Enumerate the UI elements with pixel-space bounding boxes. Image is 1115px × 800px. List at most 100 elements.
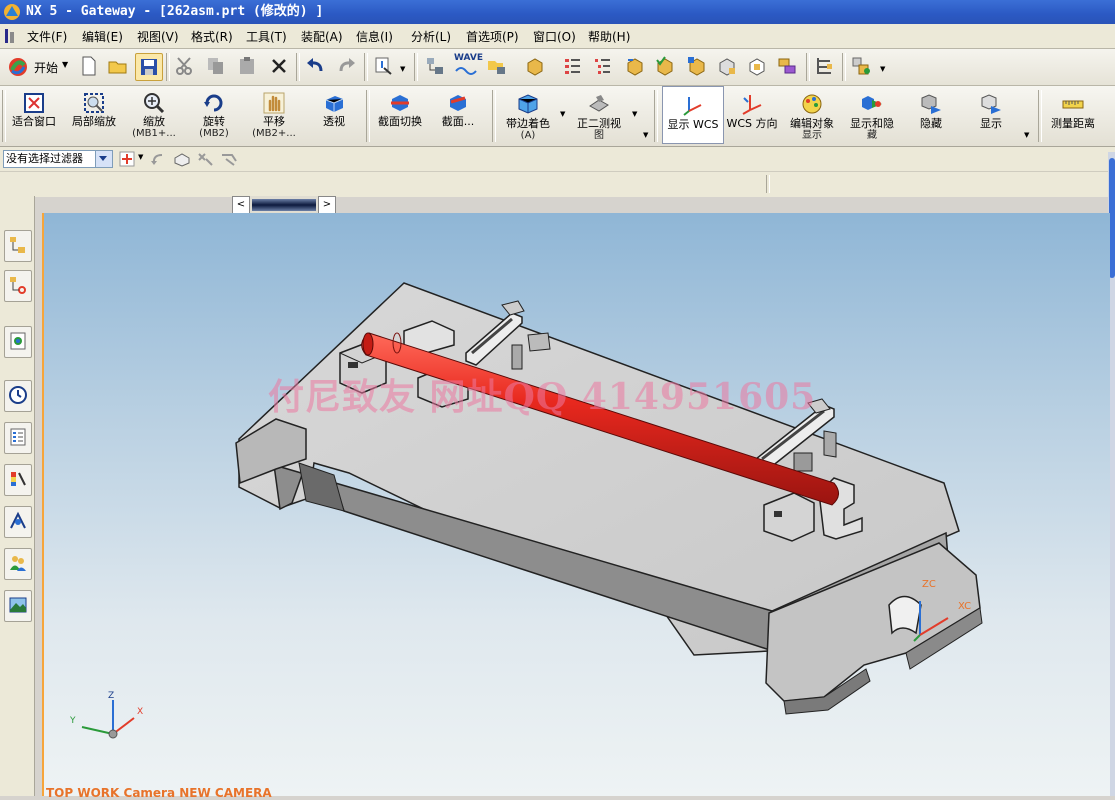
pan-button[interactable]: 平移 (MB2+... [248,86,300,146]
chevron-down-icon: ▼ [880,65,886,73]
select-features-icon[interactable] [196,151,214,167]
roles-tab[interactable] [4,548,32,580]
wcs-orient-label: WCS 方向 [726,117,778,130]
select-back-icon[interactable] [150,151,166,167]
box-select-icon[interactable] [173,151,191,167]
clamp-slot [888,595,922,635]
show-button[interactable]: 显示 [966,86,1016,146]
scroll-right-icon[interactable]: > [318,196,336,214]
assembly-navigator-button[interactable] [422,53,448,79]
select-bodies-icon[interactable] [220,151,238,167]
section-button[interactable]: 截面... [434,86,482,146]
edit-object-display-button[interactable]: 编辑对象 显示 [784,86,840,146]
menu-preferences[interactable]: 首选项(P) [466,28,519,45]
chevron-down-icon: ▼ [400,65,406,73]
chevron-down-icon: ▼ [62,60,69,69]
open-button[interactable] [105,53,131,79]
show-icon [981,94,1001,114]
list-button-2[interactable] [590,53,616,79]
constraint-navigator-tab[interactable] [4,270,32,302]
menu-information[interactable]: 信息(I) [356,28,393,45]
start-button[interactable]: 开始 ▼ [4,53,68,79]
explode-view-button[interactable]: ▼ [848,53,888,79]
menu-file[interactable]: 文件(F) [27,28,67,45]
menu-tools[interactable]: 工具(T) [246,28,287,45]
menu-help[interactable]: 帮助(H) [588,28,630,45]
copy-icon [208,58,223,74]
undo-button[interactable] [302,53,328,79]
zoom-button[interactable]: 缩放 (MB1+... [128,86,180,146]
component-button-4[interactable] [714,53,740,79]
open-folder-icon [108,61,127,74]
paste-button[interactable] [234,53,260,79]
scroll-thumb[interactable] [252,199,316,211]
rotate-label: 旋转 [203,115,225,128]
chevron-down-icon[interactable]: ▼ [632,110,637,118]
system-scenes-tab[interactable] [4,590,32,622]
menu-assemblies[interactable]: 装配(A) [301,28,343,45]
measure-distance-button[interactable]: 测量距离 [1044,86,1102,146]
copy-button[interactable] [203,53,229,79]
delete-button[interactable] [266,53,292,79]
cut-button[interactable] [172,53,198,79]
chevron-down-icon[interactable]: ▼ [560,110,565,118]
wcs-orient-button[interactable]: WCS 方向 [726,86,778,146]
fit-label: 适合窗口 [12,115,56,128]
system-materials-tab[interactable] [4,422,32,454]
web-browser-tab[interactable] [4,326,32,358]
edit-object-display-label: 编辑对象 [790,117,834,130]
show-wcs-button[interactable]: 显示 WCS [662,86,724,144]
chevron-down-icon[interactable]: ▼ [1024,131,1029,139]
history-tab[interactable] [4,380,32,412]
trimetric-view-button[interactable]: 正二测视 图 [570,86,628,146]
fit-button[interactable]: 适合窗口 [8,86,60,146]
process-studio-tab[interactable] [4,506,32,538]
materials-list-icon [10,428,26,446]
wave-button[interactable]: WAVE [452,53,483,79]
undo-icon [307,58,323,72]
rotate-button[interactable]: 旋转 (MB2) [188,86,240,146]
standard-toolbar: 开始 ▼ ▼ WAVE ▼ [0,49,1115,86]
list-icon [565,59,580,74]
part-navigator-button[interactable] [522,53,548,79]
info-dropdown-button[interactable]: ▼ [370,53,408,79]
redo-button[interactable] [334,53,360,79]
type-filter-select[interactable]: 没有选择过滤器 [3,150,113,168]
visualization-tab[interactable] [4,464,32,496]
load-component-button[interactable] [484,53,510,79]
menu-view[interactable]: 视图(V) [137,28,179,45]
scroll-left-icon[interactable]: < [232,196,250,214]
chevron-down-icon[interactable]: ▼ [138,153,143,161]
component-button-5[interactable] [744,53,770,79]
perspective-button[interactable]: 透视 [308,86,360,146]
snap-point-icon[interactable] [119,151,137,167]
separator [296,53,300,81]
sequence-button[interactable] [812,53,838,79]
list-button-1[interactable] [560,53,586,79]
view-scroller[interactable]: < > [232,196,336,214]
menu-window[interactable]: 窗口(O) [533,28,576,45]
zoom-region-button[interactable]: 局部缩放 [66,86,122,146]
menu-analysis[interactable]: 分析(L) [411,28,451,45]
cube-icon [627,58,643,76]
component-button-1[interactable] [622,53,648,79]
triad-x-label: X [137,707,144,717]
assembly-navigator-tab[interactable] [4,230,32,262]
new-file-button[interactable] [76,53,102,79]
component-button-6[interactable] [774,53,800,79]
chevron-down-icon[interactable]: ▼ [643,131,648,139]
show-hide-button[interactable]: 显示和隐 藏 [844,86,900,146]
scissors-icon [176,57,192,75]
check-cube-icon [656,56,673,76]
component-button-3[interactable] [684,53,710,79]
shaded-with-edges-button[interactable]: 带边着色 (A) [498,86,558,146]
pan-sublabel: (MB2+... [252,128,296,139]
menu-edit[interactable]: 编辑(E) [82,28,123,45]
clip-section-button[interactable]: 截面切换 [372,86,428,146]
menu-format[interactable]: 格式(R) [191,28,233,45]
sequence-icon [817,58,832,74]
save-button[interactable] [135,53,163,81]
graphics-window[interactable]: Z X Y ZC XC [42,213,1110,796]
component-button-2[interactable] [652,53,678,79]
hide-button[interactable]: 隐藏 [906,86,956,146]
